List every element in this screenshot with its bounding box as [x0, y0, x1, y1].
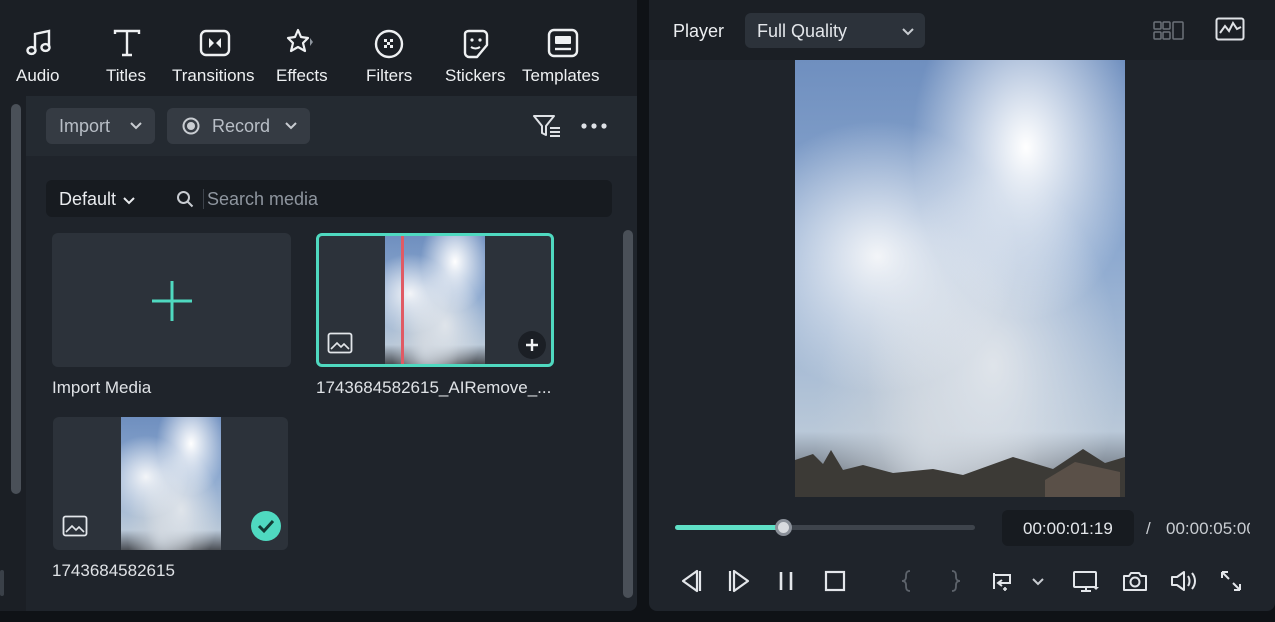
playback-progress[interactable] [675, 519, 975, 536]
chevron-down-icon[interactable] [122, 193, 136, 207]
current-time-display[interactable]: 00:00:01:19 [1002, 510, 1134, 546]
toolbar-transitions[interactable]: Transitions [172, 0, 258, 96]
media-caption: 1743684582615 [52, 561, 175, 580]
player-title: Player [673, 21, 725, 41]
side-collapse-handle[interactable] [0, 570, 4, 596]
media-card-original[interactable] [53, 417, 288, 550]
chevron-down-icon [285, 122, 297, 130]
plus-icon [526, 339, 538, 351]
toolbar-audio[interactable]: Audio [16, 0, 64, 96]
media-card-airemove[interactable] [316, 233, 554, 367]
next-frame-icon[interactable] [727, 566, 753, 596]
quality-dropdown[interactable]: Full Quality [745, 13, 925, 48]
video-frame [795, 60, 1125, 497]
image-type-icon [62, 515, 88, 537]
toolbar-label: Templates [522, 66, 600, 85]
filter-icon [374, 29, 404, 59]
toolbar-label: Effects [276, 66, 328, 85]
divider [203, 189, 204, 209]
media-scrollbar[interactable] [623, 230, 633, 598]
player-header: Player Full Quality [649, 0, 1275, 60]
insert-to-timeline-icon[interactable] [991, 566, 1015, 596]
media-caption: 1743684582615_AIRemove_... [316, 378, 552, 397]
playhead-marker [401, 236, 404, 364]
import-label: Import [59, 116, 111, 136]
toolbar-stickers[interactable]: Stickers [445, 0, 507, 96]
toolbar-filters[interactable]: Filters [365, 0, 413, 96]
snapshot-camera-icon[interactable] [1121, 566, 1149, 596]
media-panel: Audio Titles Transitions Effects Filters… [0, 0, 637, 611]
sparkle-icon [286, 28, 313, 53]
sticker-icon [463, 29, 489, 59]
media-search-bar: Default Search media [46, 180, 612, 217]
mark-in-icon[interactable] [899, 566, 915, 596]
add-to-timeline-button[interactable] [518, 331, 546, 359]
media-action-bar: Import Record [26, 96, 637, 156]
rooftops-silhouette [795, 449, 1125, 497]
fullscreen-icon[interactable] [1219, 566, 1243, 596]
display-settings-icon[interactable] [1071, 566, 1101, 596]
toolbar-titles[interactable]: Titles [105, 0, 149, 96]
filter-funnel-icon[interactable] [532, 114, 562, 138]
sort-dropdown[interactable]: Default [59, 189, 116, 210]
chevron-down-icon [130, 122, 142, 130]
chevron-down-icon[interactable] [1031, 566, 1045, 596]
toolbar-label: Titles [106, 66, 146, 85]
progress-thumb[interactable] [775, 519, 792, 536]
progress-fill [675, 525, 783, 530]
clip-thumbnail [121, 417, 221, 550]
music-note-icon [26, 29, 51, 56]
toolbar-templates[interactable]: Templates [522, 0, 604, 96]
import-media-card[interactable] [52, 233, 291, 367]
chevron-down-icon [902, 28, 914, 36]
total-time: 00:00:05:00 [1166, 519, 1250, 538]
toolbar-label: Filters [366, 66, 413, 85]
clip-thumbnail [385, 236, 485, 364]
waveform-monitor-icon[interactable] [1215, 17, 1245, 41]
pause-icon[interactable] [775, 566, 797, 596]
side-scrollbar[interactable] [11, 104, 21, 494]
quality-label: Full Quality [757, 21, 848, 41]
volume-icon[interactable] [1169, 566, 1197, 596]
toolbar-label: Audio [16, 66, 60, 85]
record-dropdown[interactable]: Record [167, 108, 310, 144]
record-label: Record [212, 116, 271, 136]
plus-icon [152, 281, 192, 321]
more-options-icon[interactable] [580, 122, 608, 130]
search-input[interactable]: Search media [207, 189, 318, 210]
current-time: 00:00:01:19 [1023, 519, 1113, 538]
asset-toolbar: Audio Titles Transitions Effects Filters… [0, 0, 637, 96]
player-panel: Player Full Quality 00:00:01:19 / 00:00:… [649, 0, 1275, 611]
search-icon [177, 191, 194, 208]
import-media-caption: Import Media [52, 378, 152, 397]
toolbar-effects[interactable]: Effects [276, 0, 330, 96]
transition-icon [199, 29, 231, 57]
record-icon [182, 117, 200, 135]
mark-out-icon[interactable] [947, 566, 963, 596]
import-dropdown[interactable]: Import [46, 108, 155, 144]
video-viewport [649, 60, 1275, 497]
text-icon [113, 29, 141, 57]
toolbar-label: Transitions [172, 66, 255, 85]
time-separator: / [1146, 519, 1151, 538]
toolbar-label: Stickers [445, 66, 506, 85]
added-check-badge [251, 511, 281, 541]
check-icon [257, 519, 275, 534]
image-type-icon [327, 332, 353, 354]
stop-icon[interactable] [823, 566, 847, 596]
previous-frame-icon[interactable] [677, 566, 703, 596]
grid-view-icon[interactable] [1153, 20, 1185, 42]
template-icon [547, 28, 579, 58]
